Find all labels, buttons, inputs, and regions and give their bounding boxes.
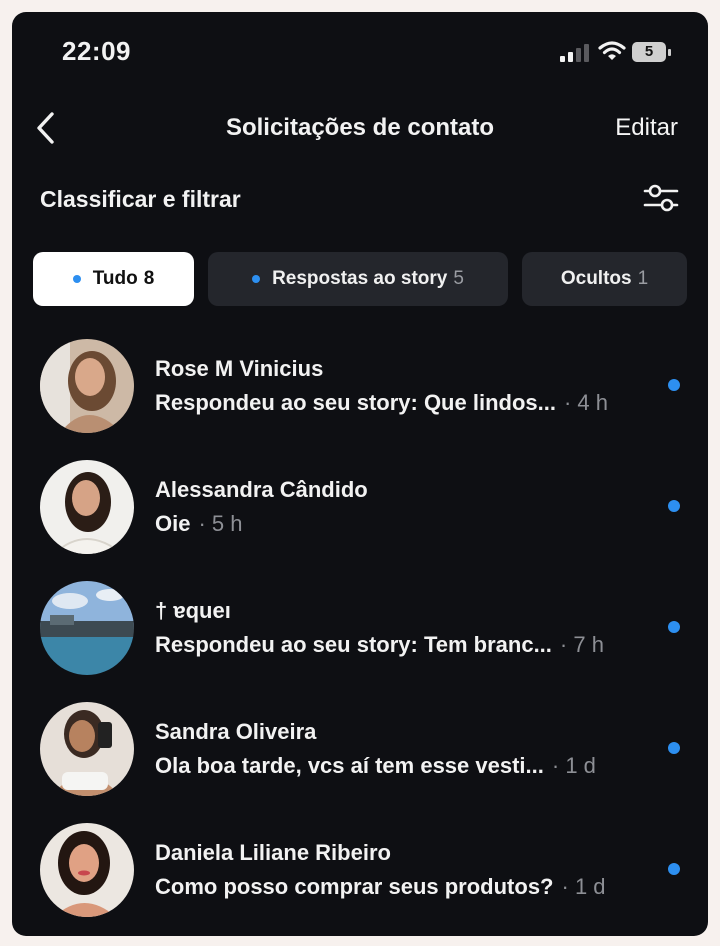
list-item[interactable]: Alessandra Cândido Oie · 5 h — [12, 455, 708, 565]
avatar — [40, 823, 134, 917]
list-item[interactable]: Sandra Oliveira Ola boa tarde, vcs aí te… — [12, 697, 708, 807]
contact-name: Rose M Vinicius — [155, 356, 324, 381]
phone-screen: 22:09 5 Solicitações de contato Editar C… — [12, 12, 708, 936]
tab-story-replies-label: Respostas ao story — [272, 268, 448, 289]
message-preview: Respondeu ao seu story: Que lindos... · 4… — [155, 390, 608, 415]
message-preview: Respondeu ao seu story: Tem branc... · 7 … — [155, 632, 604, 657]
battery-level: 5 — [632, 42, 666, 62]
contact-name: Daniela Liliane Ribeiro — [155, 840, 391, 865]
list-item[interactable]: Daniela Liliane Ribeiro Como posso compr… — [12, 818, 708, 928]
page-title: Solicitações de contato — [225, 114, 495, 141]
avatar — [40, 581, 134, 675]
tab-all-label: Tudo — [92, 268, 138, 289]
list-item[interactable]: Rose M Vinicius Respondeu ao seu story: … — [12, 334, 708, 444]
message-time: · 7 h — [559, 632, 604, 657]
message-time: · 1 d — [551, 753, 596, 778]
cellular-signal-icon — [560, 44, 589, 62]
battery-icon: 5 — [632, 42, 672, 64]
edit-button[interactable]: Editar — [615, 114, 678, 142]
contact-name: Alessandra Cândido — [155, 477, 368, 502]
message-time: · 4 h — [563, 390, 608, 415]
sort-filter-row: Classificar e filtrar — [12, 180, 708, 220]
tab-hidden-count: 1 — [637, 268, 649, 289]
message-time: · 1 d — [561, 874, 606, 899]
message-preview: Como posso comprar seus produtos? · 1 d — [155, 874, 606, 899]
avatar — [40, 702, 134, 796]
status-bar: 22:09 5 — [12, 12, 708, 92]
tab-hidden[interactable]: Ocultos 1 — [522, 252, 687, 306]
filter-sliders-icon[interactable] — [642, 180, 680, 216]
list-item[interactable]: † ɐqueı Respondeu ao seu story: Tem bran… — [12, 576, 708, 686]
filter-tabs: Tudo 8 Respostas ao story 5 Ocultos 1 — [33, 252, 693, 306]
contact-name: Sandra Oliveira — [155, 719, 317, 744]
tab-dot-icon — [72, 275, 81, 283]
unread-dot-icon — [668, 621, 680, 633]
message-preview: Ola boa tarde, vcs aí tem esse vesti... ·… — [155, 753, 596, 778]
unread-dot-icon — [668, 500, 680, 512]
unread-dot-icon — [668, 742, 680, 754]
contact-name: † ɐqueı — [155, 598, 231, 623]
sort-filter-label: Classificar e filtrar — [40, 186, 241, 212]
avatar — [40, 339, 134, 433]
message-time: · 5 h — [198, 511, 243, 536]
tab-all[interactable]: Tudo 8 — [33, 252, 194, 306]
unread-dot-icon — [668, 863, 680, 875]
wifi-icon — [598, 41, 626, 60]
message-preview: Oie · 5 h — [155, 511, 243, 536]
avatar — [40, 460, 134, 554]
tab-story-replies-count: 5 — [453, 268, 464, 289]
tab-hidden-label: Ocultos — [560, 268, 632, 289]
tab-all-count: 8 — [143, 268, 155, 289]
tab-dot-icon — [252, 275, 261, 283]
nav-bar: Solicitações de contato Editar — [12, 104, 708, 154]
status-time: 22:09 — [62, 36, 131, 66]
tab-story-replies[interactable]: Respostas ao story 5 — [208, 252, 508, 306]
unread-dot-icon — [668, 379, 680, 391]
